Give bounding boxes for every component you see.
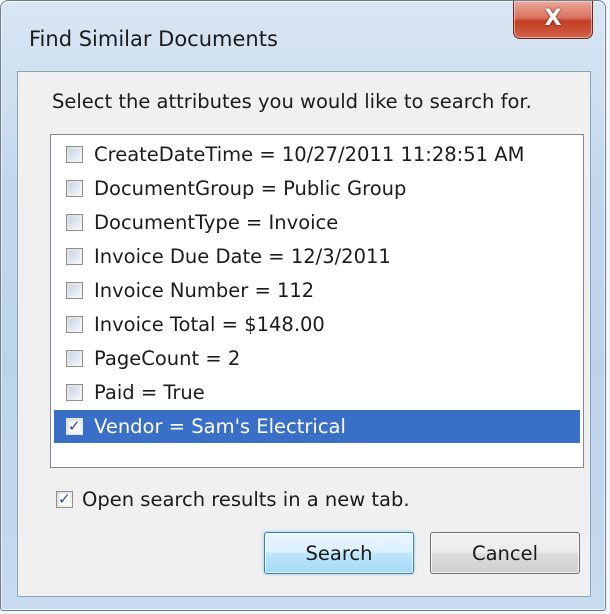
instruction-label: Select the attributes you would like to … [52,90,532,113]
dialog-window: Find Similar Documents X Select the attr… [0,0,606,611]
checkbox[interactable] [66,316,83,333]
dialog-body: Select the attributes you would like to … [17,71,591,597]
checkbox[interactable] [66,146,83,163]
attribute-list[interactable]: CreateDateTime = 10/27/2011 11:28:51 AM … [50,134,584,468]
list-item[interactable]: PageCount = 2 [54,342,580,375]
checkbox[interactable] [66,214,83,231]
checkmark-icon: ✓ [68,417,81,435]
checkbox[interactable] [66,248,83,265]
new-tab-checkbox[interactable]: ✓ [56,490,73,508]
attribute-label: Invoice Due Date = 12/3/2011 [94,245,391,268]
title-bar[interactable]: Find Similar Documents X [1,1,605,81]
close-button[interactable]: X [513,1,593,39]
attribute-label: DocumentGroup = Public Group [94,177,407,200]
attribute-label: Paid = True [94,381,205,404]
list-item[interactable]: Invoice Total = $148.00 [54,308,580,341]
search-button[interactable]: Search [264,532,414,574]
checkbox[interactable] [66,282,83,299]
checkbox[interactable] [66,350,83,367]
attribute-label: Invoice Number = 112 [94,279,315,302]
new-tab-option[interactable]: ✓ Open search results in a new tab. [56,488,410,511]
attribute-label: DocumentType = Invoice [94,211,339,234]
cancel-button[interactable]: Cancel [430,532,580,574]
list-item[interactable]: Paid = True [54,376,580,409]
attribute-label: Vendor = Sam's Electrical [94,415,346,438]
window-title: Find Similar Documents [29,27,278,51]
checkbox[interactable] [66,384,83,401]
checkbox[interactable] [66,180,83,197]
attribute-label: CreateDateTime = 10/27/2011 11:28:51 AM [94,143,525,166]
list-item[interactable]: CreateDateTime = 10/27/2011 11:28:51 AM [54,138,580,171]
list-item[interactable]: Invoice Number = 112 [54,274,580,307]
list-item-selected[interactable]: ✓ Vendor = Sam's Electrical [54,410,580,443]
list-item[interactable]: Invoice Due Date = 12/3/2011 [54,240,580,273]
list-item[interactable]: DocumentType = Invoice [54,206,580,239]
checkmark-icon: ✓ [58,490,71,508]
list-item[interactable]: DocumentGroup = Public Group [54,172,580,205]
new-tab-label: Open search results in a new tab. [82,488,410,511]
attribute-label: Invoice Total = $148.00 [94,313,325,336]
attribute-label: PageCount = 2 [94,347,241,370]
checkbox-checked[interactable]: ✓ [66,417,83,435]
close-icon: X [544,6,562,31]
